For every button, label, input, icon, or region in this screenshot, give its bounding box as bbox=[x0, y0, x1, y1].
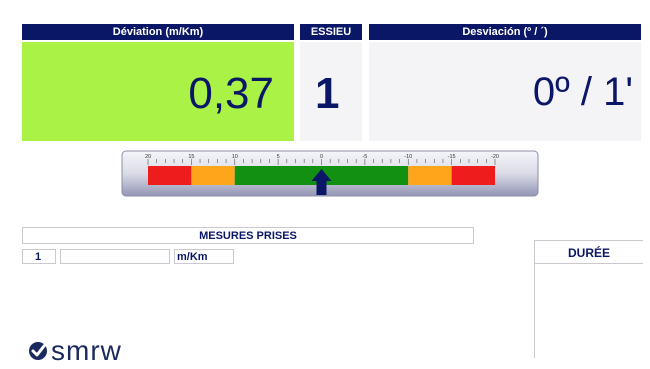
measures-title-bar: MESURES PRISES bbox=[22, 227, 474, 244]
duration-panel: DURÉE bbox=[534, 240, 643, 358]
gauge-tick-label: -20 bbox=[491, 154, 499, 160]
measures-title: MESURES PRISES bbox=[199, 230, 297, 242]
gauge-zone bbox=[191, 166, 235, 185]
duration-title: DURÉE bbox=[567, 246, 610, 260]
gauge-tick-label: 15 bbox=[188, 154, 194, 160]
gauge-tick-label: 5 bbox=[277, 154, 280, 160]
axle-value-panel: 1 bbox=[300, 42, 362, 141]
deviation-value: 0,37 bbox=[188, 69, 274, 118]
gauge-tick-label: 0 bbox=[320, 154, 323, 160]
checkmark-icon bbox=[29, 342, 47, 360]
measure-row-index: 1 bbox=[35, 251, 42, 263]
angle-value-panel: 0º / 1' bbox=[369, 42, 641, 141]
measure-row-unit: m/Km bbox=[177, 251, 208, 263]
gauge-tick-label: -10 bbox=[404, 154, 412, 160]
angle-value: 0º / 1' bbox=[532, 70, 633, 114]
measure-row-value-field bbox=[60, 249, 170, 264]
smrw-logo: smrw bbox=[27, 335, 157, 366]
measure-row-index-cell: 1 bbox=[22, 249, 56, 264]
deviation-gauge: 20 15 10 5 0 -5 -10 -15 -20 bbox=[121, 150, 539, 197]
axle-header: ESSIEU bbox=[300, 24, 362, 40]
gauge-tick-label: -5 bbox=[362, 154, 367, 160]
gauge-zone bbox=[148, 166, 192, 185]
gauge-zone bbox=[451, 166, 495, 185]
angle-header: Desviación (º / ´) bbox=[369, 24, 641, 40]
gauge-tick-label: 10 bbox=[232, 154, 238, 160]
logo-text: smrw bbox=[51, 336, 122, 364]
deviation-header: Déviation (m/Km) bbox=[22, 24, 294, 40]
gauge-tick-label: -15 bbox=[448, 154, 456, 160]
measure-row-unit-cell: m/Km bbox=[174, 249, 234, 264]
deviation-value-panel: 0,37 bbox=[22, 42, 294, 141]
gauge-zone bbox=[408, 166, 452, 185]
duration-divider bbox=[535, 263, 643, 264]
axle-value: 1 bbox=[315, 69, 340, 118]
gauge-tick-label: 20 bbox=[145, 154, 151, 160]
